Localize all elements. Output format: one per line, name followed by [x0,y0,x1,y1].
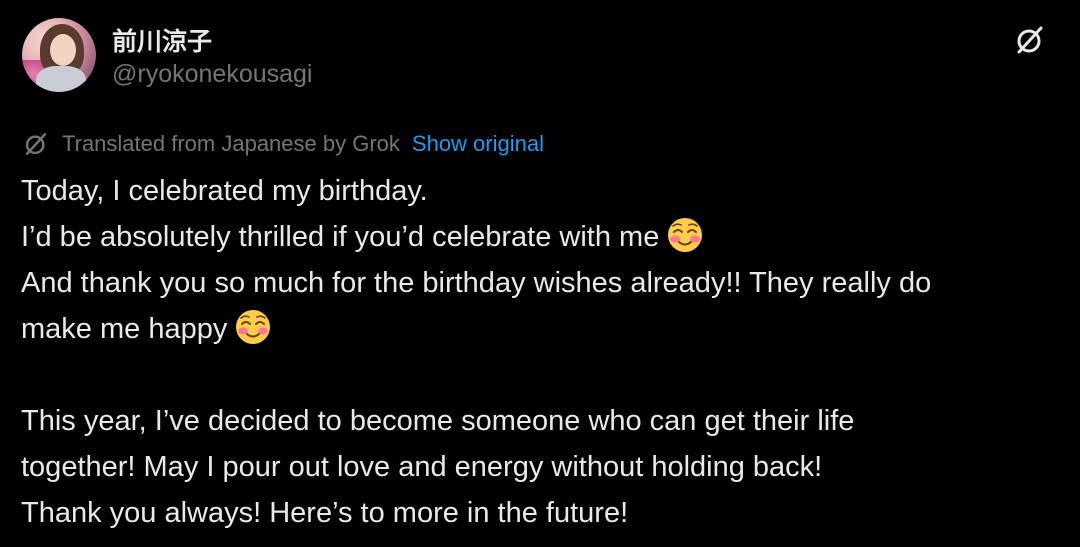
avatar-face [50,34,76,66]
smiling-face-with-blush-emoji [668,218,703,253]
tweet-line: together! May I pour out love and energy… [21,451,823,483]
smiling-face-with-blush-emoji [236,310,271,345]
avatar[interactable] [22,18,96,92]
tweet-text: Today, I celebrated my birthday. I’d be … [21,168,1071,536]
grok-button[interactable] [1012,22,1048,58]
avatar-coat [36,66,86,92]
show-original-link[interactable]: Show original [412,131,544,157]
tweet-line: I’d be absolutely thrilled if you’d cele… [21,214,1071,260]
tweet-line: And thank you so much for the birthday w… [21,267,932,299]
tweet-line: Thank you always! Here’s to more in the … [21,497,629,529]
translation-notice: Translated from Japanese by Grok Show or… [22,128,544,160]
tweet-line: Today, I celebrated my birthday. [21,175,428,207]
grok-icon [22,130,50,158]
display-name[interactable]: 前川涼子 [112,22,212,58]
tweet-line: This year, I’ve decided to become someon… [21,405,855,437]
tweet-line: make me happy [21,306,1071,352]
grok-icon [1017,26,1043,54]
tweet-header: 前川涼子 @ryokonekousagi [22,18,1080,96]
user-handle[interactable]: @ryokonekousagi [112,60,313,89]
translation-label: Translated from Japanese by Grok [62,131,400,156]
